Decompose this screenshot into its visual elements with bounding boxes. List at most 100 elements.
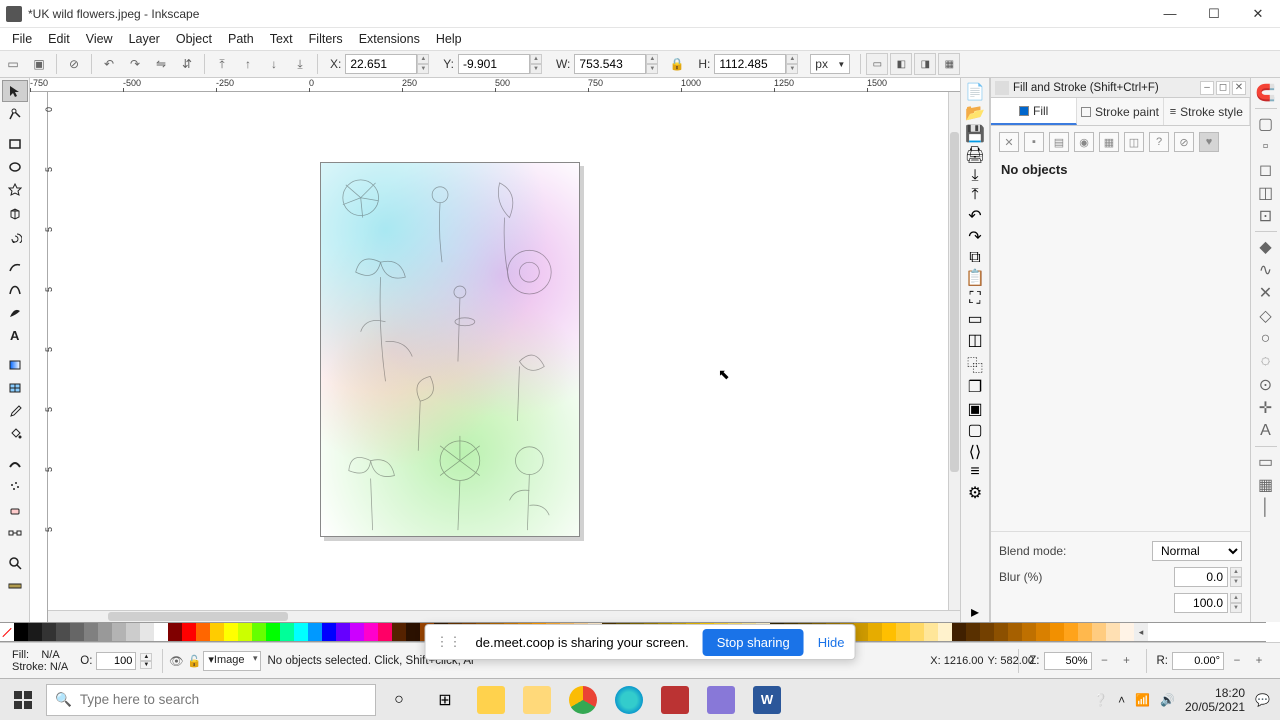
snap-guide-icon[interactable]: │: [1254, 497, 1278, 519]
menu-edit[interactable]: Edit: [40, 30, 78, 48]
color-swatch[interactable]: [938, 623, 952, 641]
y-input[interactable]: [458, 54, 530, 74]
flip-h-icon[interactable]: ⇋: [150, 53, 172, 75]
spray-tool[interactable]: [2, 476, 28, 498]
stop-sharing-button[interactable]: Stop sharing: [703, 629, 804, 656]
duplicate-icon[interactable]: ⿻: [967, 352, 983, 376]
zoom-drawing-icon[interactable]: ◫: [967, 330, 982, 350]
snap-grid-icon[interactable]: ▦: [1254, 474, 1278, 496]
horizontal-ruler[interactable]: ◢ -750-500-25002505007501000125015001750: [30, 78, 960, 92]
undo-icon[interactable]: ↶: [968, 206, 981, 226]
menu-extensions[interactable]: Extensions: [351, 30, 428, 48]
color-swatch[interactable]: [182, 623, 196, 641]
align-icon[interactable]: ≡: [970, 463, 979, 481]
palette-more-icon[interactable]: ◂: [1134, 623, 1148, 641]
group-icon[interactable]: ▣: [967, 399, 982, 419]
connector-tool[interactable]: [2, 522, 28, 544]
deselect-icon[interactable]: ⊘: [63, 53, 85, 75]
taskview-icon[interactable]: ⊞: [422, 679, 468, 721]
bezier-tool[interactable]: [2, 278, 28, 300]
color-swatch[interactable]: [42, 623, 56, 641]
taskbar-search[interactable]: 🔍 Type here to search: [46, 684, 376, 716]
select-all-layers-icon[interactable]: ▭: [2, 53, 24, 75]
cortana-icon[interactable]: ○: [376, 679, 422, 721]
color-swatch[interactable]: [1120, 623, 1134, 641]
color-swatch[interactable]: [84, 623, 98, 641]
paint-unset-icon[interactable]: ⊘: [1174, 132, 1194, 152]
paint-pattern-icon[interactable]: ▦: [1099, 132, 1119, 152]
drag-handle-icon[interactable]: ⋮⋮: [436, 634, 462, 650]
snap-node-icon[interactable]: ◆: [1254, 236, 1278, 258]
export-icon[interactable]: ⤒: [971, 186, 978, 204]
x-stepper[interactable]: ▲▼: [417, 54, 429, 74]
color-swatch[interactable]: [308, 623, 322, 641]
menu-text[interactable]: Text: [262, 30, 301, 48]
color-swatch[interactable]: [154, 623, 168, 641]
h-stepper[interactable]: ▲▼: [786, 54, 798, 74]
import-icon[interactable]: ⤓: [971, 167, 978, 185]
blur-stepper[interactable]: ▲▼: [1230, 567, 1242, 587]
panel-close-icon[interactable]: ✕: [1232, 81, 1246, 95]
menu-view[interactable]: View: [78, 30, 121, 48]
color-swatch[interactable]: [336, 623, 350, 641]
layer-select[interactable]: ▾Image: [203, 651, 261, 671]
opacity-input[interactable]: [1174, 593, 1228, 613]
color-swatch[interactable]: [994, 623, 1008, 641]
paintbucket-tool[interactable]: [2, 423, 28, 445]
color-swatch[interactable]: [140, 623, 154, 641]
clone-icon[interactable]: ❐: [968, 377, 982, 397]
new-doc-icon[interactable]: 📄: [965, 82, 985, 102]
snap-bbox-edge-icon[interactable]: ▫: [1254, 136, 1278, 158]
snap-cusp-icon[interactable]: ◇: [1254, 305, 1278, 327]
snap-bbox-corner-icon[interactable]: ◻: [1254, 159, 1278, 181]
color-swatch[interactable]: [238, 623, 252, 641]
snap-path-icon[interactable]: ∿: [1254, 259, 1278, 281]
document-page[interactable]: [320, 162, 580, 537]
opacity-stepper[interactable]: ▲▼: [1230, 593, 1242, 613]
affect-pattern-icon[interactable]: ▦: [938, 53, 960, 75]
snap-text-icon[interactable]: A: [1254, 420, 1278, 442]
snap-page-icon[interactable]: ▭: [1254, 451, 1278, 473]
color-swatch[interactable]: [70, 623, 84, 641]
y-stepper[interactable]: ▲▼: [530, 54, 542, 74]
color-swatch[interactable]: [266, 623, 280, 641]
menu-layer[interactable]: Layer: [121, 30, 168, 48]
tab-stroke-paint[interactable]: Stroke paint: [1077, 98, 1163, 125]
color-swatch[interactable]: [350, 623, 364, 641]
taskbar-app-6[interactable]: [698, 679, 744, 721]
layer-lock-icon[interactable]: 🔓: [185, 652, 203, 670]
color-swatch[interactable]: [868, 623, 882, 641]
menu-filters[interactable]: Filters: [301, 30, 351, 48]
color-swatch[interactable]: [280, 623, 294, 641]
snap-bbox-mid-icon[interactable]: ◫: [1254, 182, 1278, 204]
color-swatch[interactable]: [882, 623, 896, 641]
tray-clock[interactable]: 18:20 20/05/2021: [1185, 686, 1245, 714]
ungroup-icon[interactable]: ▢: [967, 420, 982, 440]
blend-select[interactable]: Normal: [1152, 541, 1242, 561]
tray-notifications-icon[interactable]: 💬: [1255, 693, 1270, 707]
color-swatch[interactable]: [126, 623, 140, 641]
open-doc-icon[interactable]: 📂: [965, 103, 985, 123]
expand-icon[interactable]: ▸: [971, 602, 979, 622]
paste-icon[interactable]: 📋: [965, 268, 985, 288]
zoom-out-icon[interactable]: −: [1096, 652, 1114, 670]
color-swatch[interactable]: [98, 623, 112, 641]
color-swatch[interactable]: [392, 623, 406, 641]
tweak-tool[interactable]: [2, 453, 28, 475]
taskbar-app-1[interactable]: [468, 679, 514, 721]
redo-icon[interactable]: ↷: [968, 227, 981, 247]
menu-object[interactable]: Object: [168, 30, 220, 48]
vertical-ruler[interactable]: 05555555: [30, 92, 48, 622]
color-swatch[interactable]: [980, 623, 994, 641]
zoom-fit-icon[interactable]: ⛶: [969, 290, 980, 308]
color-swatch[interactable]: [294, 623, 308, 641]
canvas[interactable]: 05555555 ⬉: [30, 92, 960, 622]
print-icon[interactable]: 🖨: [965, 145, 985, 165]
color-swatch[interactable]: [196, 623, 210, 641]
horizontal-scrollbar[interactable]: [48, 610, 960, 622]
color-swatch[interactable]: [224, 623, 238, 641]
selector-tool[interactable]: [2, 80, 28, 102]
color-swatch[interactable]: [1022, 623, 1036, 641]
color-swatch[interactable]: [28, 623, 42, 641]
color-swatch[interactable]: [1078, 623, 1092, 641]
